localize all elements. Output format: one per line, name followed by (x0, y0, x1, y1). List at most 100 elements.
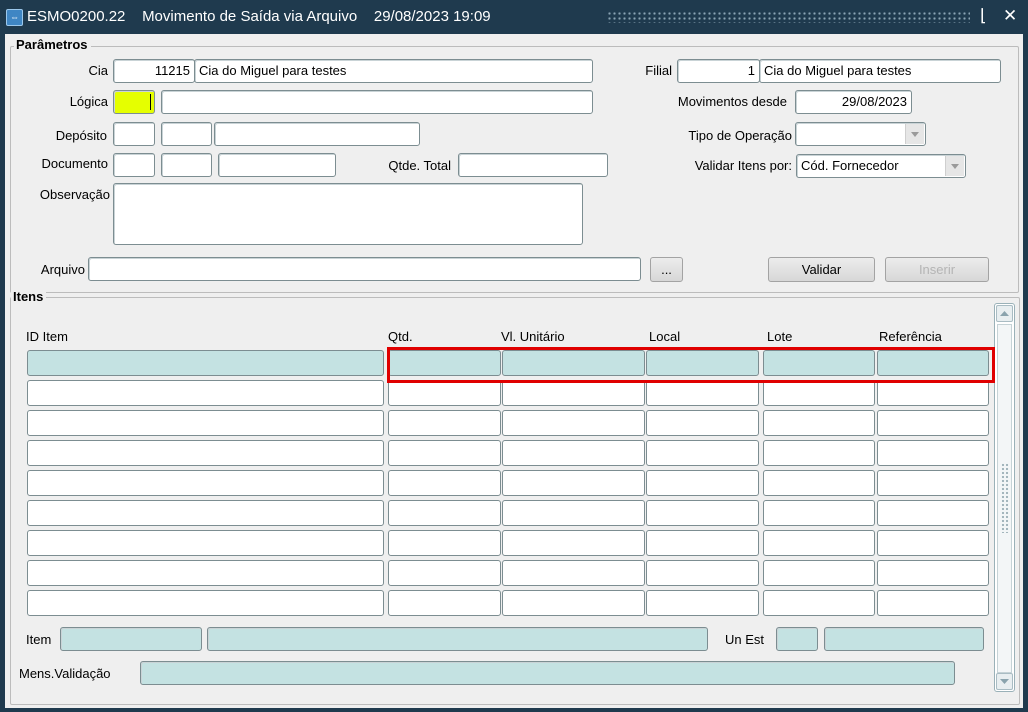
chevron-down-icon[interactable] (905, 124, 924, 144)
cell-vl-unitario[interactable] (502, 500, 645, 526)
cell-lote[interactable] (763, 560, 875, 586)
cell-id-item[interactable] (27, 530, 384, 556)
logica-code-field[interactable] (113, 90, 155, 114)
column-header-vl-unitario: Vl. Unitário (501, 329, 565, 344)
cell-id-item[interactable] (27, 440, 384, 466)
deposito-description-field[interactable] (214, 122, 420, 146)
un-est-code-field (776, 627, 818, 651)
cell-qtd[interactable] (388, 500, 501, 526)
mens-validacao-label: Mens.Validação (19, 666, 111, 681)
cell-vl-unitario[interactable] (502, 530, 645, 556)
filial-code-field[interactable]: 1 (677, 59, 760, 83)
cell-referencia[interactable] (877, 560, 989, 586)
qtde-total-field[interactable] (458, 153, 608, 177)
cell-vl-unitario[interactable] (502, 410, 645, 436)
cell-lote[interactable] (763, 380, 875, 406)
title-bar-grip (607, 11, 970, 23)
validar-button[interactable]: Validar (768, 257, 875, 282)
logica-label: Lógica (69, 94, 108, 109)
cell-referencia[interactable] (877, 530, 989, 556)
cell-lote[interactable] (763, 530, 875, 556)
column-header-qtd: Qtd. (388, 329, 413, 344)
parametros-legend: Parâmetros (14, 38, 91, 52)
cell-local[interactable] (646, 380, 759, 406)
inserir-button: Inserir (885, 257, 989, 282)
chevron-down-icon[interactable] (945, 156, 964, 176)
cell-id-item[interactable] (27, 590, 384, 616)
cell-local[interactable] (646, 560, 759, 586)
cell-qtd[interactable] (388, 560, 501, 586)
cell-qtd[interactable] (388, 380, 501, 406)
cell-lote[interactable] (763, 500, 875, 526)
cia-label: Cia (88, 63, 108, 78)
tipo-operacao-select[interactable] (795, 122, 926, 146)
scroll-thumb[interactable] (997, 324, 1012, 673)
cell-vl-unitario[interactable] (502, 590, 645, 616)
logica-description-field[interactable] (161, 90, 593, 114)
cell-id-item[interactable] (27, 500, 384, 526)
observacao-textarea[interactable] (113, 183, 583, 245)
cell-qtd[interactable] (388, 410, 501, 436)
browse-file-button[interactable]: ... (650, 257, 683, 282)
cell-local[interactable] (646, 440, 759, 466)
cell-id-item[interactable] (27, 350, 384, 376)
cell-id-item[interactable] (27, 470, 384, 496)
cell-referencia[interactable] (877, 590, 989, 616)
documento-field-3[interactable] (218, 153, 336, 177)
item-code-field (60, 627, 202, 651)
cell-lote[interactable] (763, 590, 875, 616)
movimentos-desde-field[interactable]: 29/08/2023 (795, 90, 912, 114)
cell-qtd[interactable] (388, 590, 501, 616)
documento-field-1[interactable] (113, 153, 155, 177)
cell-lote[interactable] (763, 470, 875, 496)
cell-lote[interactable] (763, 440, 875, 466)
cell-id-item[interactable] (27, 380, 384, 406)
arquivo-field[interactable] (88, 257, 641, 281)
column-header-local: Local (649, 329, 681, 344)
cell-lote[interactable] (763, 410, 875, 436)
cell-referencia[interactable] (877, 380, 989, 406)
cell-id-item[interactable] (27, 560, 384, 586)
cell-id-item[interactable] (27, 410, 384, 436)
cell-local[interactable] (646, 470, 759, 496)
deposito-field-2[interactable] (161, 122, 212, 146)
scroll-down-button[interactable] (996, 673, 1013, 690)
cell-referencia[interactable] (877, 470, 989, 496)
un-est-description-field (824, 627, 984, 651)
cell-vl-unitario[interactable] (502, 560, 645, 586)
documento-field-2[interactable] (161, 153, 212, 177)
cell-qtd[interactable] (388, 470, 501, 496)
minimize-icon[interactable]: ⌊ (980, 6, 987, 26)
cell-referencia[interactable] (877, 500, 989, 526)
scroll-grip (1001, 463, 1009, 533)
deposito-field-1[interactable] (113, 122, 155, 146)
cia-code-field[interactable]: 11215 (113, 59, 195, 83)
validar-itens-select[interactable]: Cód. Fornecedor (796, 154, 966, 178)
qtde-total-label: Qtde. Total (388, 158, 451, 173)
cell-local[interactable] (646, 590, 759, 616)
cell-qtd[interactable] (388, 530, 501, 556)
cia-name-field[interactable]: Cia do Miguel para testes (194, 59, 593, 83)
chevron-up-icon (1000, 311, 1009, 316)
filial-name-field[interactable]: Cia do Miguel para testes (759, 59, 1001, 83)
cell-local[interactable] (646, 530, 759, 556)
scroll-up-button[interactable] (996, 305, 1013, 322)
cell-vl-unitario[interactable] (502, 440, 645, 466)
application-window: ⇔ ESMO0200.22 Movimento de Saída via Arq… (0, 0, 1028, 712)
cell-referencia[interactable] (877, 440, 989, 466)
validar-itens-value: Cód. Fornecedor (801, 158, 899, 173)
close-icon[interactable]: ✕ (1003, 6, 1017, 26)
documento-label: Documento (41, 156, 108, 171)
un-est-label: Un Est (725, 632, 765, 647)
cell-qtd[interactable] (388, 440, 501, 466)
cell-vl-unitario[interactable] (502, 470, 645, 496)
arquivo-label: Arquivo (40, 262, 85, 277)
cell-vl-unitario[interactable] (502, 380, 645, 406)
title-bar[interactable]: ⇔ ESMO0200.22 Movimento de Saída via Arq… (0, 0, 1028, 34)
cell-local[interactable] (646, 410, 759, 436)
cell-referencia[interactable] (877, 410, 989, 436)
cell-local[interactable] (646, 500, 759, 526)
itens-scrollbar[interactable] (994, 303, 1015, 692)
highlight-box (387, 347, 995, 383)
app-icon: ⇔ (6, 9, 23, 26)
